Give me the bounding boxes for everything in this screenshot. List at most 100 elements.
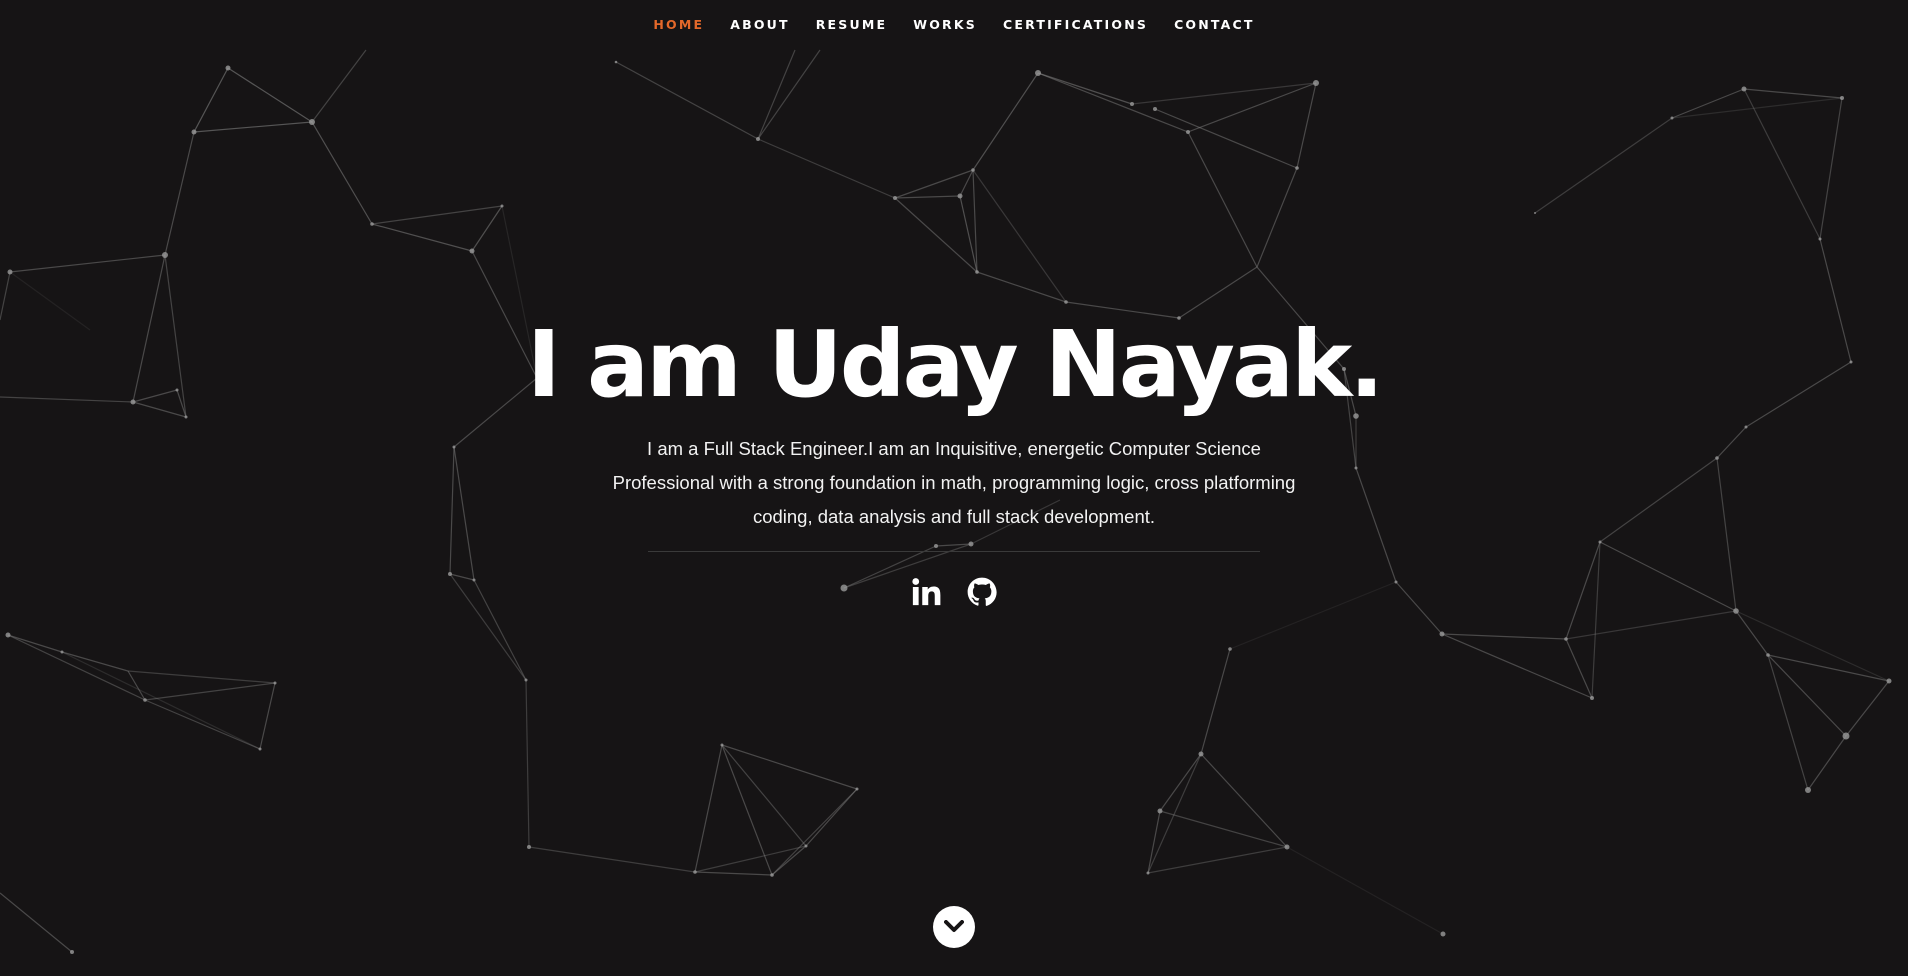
network-node [1741, 86, 1747, 92]
network-line [144, 699, 261, 750]
network-node [893, 196, 897, 200]
network-node [258, 747, 262, 751]
network-line [1037, 72, 1189, 133]
network-line [1355, 467, 1397, 583]
github-link[interactable] [967, 577, 997, 607]
network-line [471, 205, 503, 252]
network-node [1744, 425, 1748, 429]
network-line [1159, 810, 1288, 848]
network-line [528, 846, 696, 873]
network-node [524, 678, 528, 682]
network-line [1286, 846, 1444, 935]
hero-title: I am Uday Nayak. [526, 311, 1384, 418]
network-node [1590, 696, 1594, 700]
network-line [1296, 82, 1317, 169]
network-line [721, 744, 807, 847]
network-line [1599, 457, 1718, 543]
chevron-down-icon [944, 920, 964, 932]
network-line [894, 195, 961, 199]
network-line [453, 446, 475, 581]
network-node [1766, 653, 1770, 657]
network-line [1819, 97, 1843, 240]
nav-item-works[interactable]: WORKS [913, 17, 977, 32]
network-line [1743, 88, 1843, 99]
linkedin-link[interactable] [911, 577, 941, 607]
network-node [527, 845, 531, 849]
network-line [1735, 610, 1769, 656]
network-node [1564, 637, 1568, 641]
network-node [1840, 96, 1844, 100]
network-node [1198, 751, 1204, 757]
network-line [371, 223, 473, 252]
network-node [70, 950, 74, 954]
social-links [0, 577, 1908, 607]
network-line [771, 788, 858, 876]
network-node [1284, 844, 1290, 850]
network-line [227, 67, 313, 123]
network-line [972, 169, 1067, 303]
network-node [1598, 540, 1602, 544]
network-node [756, 137, 760, 141]
network-line [615, 61, 759, 140]
network-node [1805, 787, 1811, 793]
scroll-down-button[interactable] [933, 906, 975, 948]
network-node [1153, 107, 1157, 111]
network-node [1534, 212, 1536, 214]
network-line [371, 205, 503, 225]
network-line [1147, 810, 1161, 874]
network-node [804, 844, 808, 848]
network-line [1743, 88, 1821, 240]
network-line [694, 871, 773, 876]
network-node [1354, 466, 1358, 470]
network-node [957, 193, 963, 199]
network-node [1157, 808, 1163, 814]
network-node [855, 787, 859, 791]
network-node [1146, 871, 1150, 875]
network-line [7, 634, 146, 701]
network-line [1716, 426, 1747, 459]
network-node [1186, 130, 1190, 134]
network-line [193, 67, 229, 133]
network-node [225, 65, 231, 71]
nav-item-about[interactable]: ABOUT [730, 17, 790, 32]
network-line [757, 138, 896, 199]
network-line [694, 744, 723, 873]
network-node [720, 743, 724, 747]
network-node [162, 252, 168, 258]
network-line [0, 892, 73, 953]
network-node [614, 60, 618, 64]
network-line [7, 634, 63, 653]
nav-item-certifications[interactable]: CERTIFICATIONS [1003, 17, 1148, 32]
network-node [968, 541, 974, 547]
network-node [693, 870, 697, 874]
network-node [370, 222, 374, 226]
network-node [1130, 102, 1134, 106]
network-node [1035, 70, 1041, 76]
network-line [193, 121, 313, 133]
nav-item-home[interactable]: HOME [653, 17, 704, 32]
network-line [164, 131, 195, 256]
network-line [721, 744, 858, 790]
network-node [1818, 237, 1822, 241]
network-line [1767, 654, 1890, 682]
network-node [452, 445, 456, 449]
nav-item-contact[interactable]: CONTACT [1174, 17, 1255, 32]
nav-item-resume[interactable]: RESUME [816, 17, 888, 32]
network-node [1064, 300, 1068, 304]
network-node [1439, 631, 1445, 637]
network-line [1441, 633, 1593, 699]
network-line [1187, 131, 1258, 268]
network-line [1200, 648, 1231, 755]
network-node [500, 204, 504, 208]
network-node [273, 681, 277, 685]
main-nav: HOME ABOUT RESUME WORKS CERTIFICATIONS C… [0, 0, 1908, 48]
network-line [1565, 610, 1737, 640]
network-line [259, 682, 276, 750]
network-line [311, 49, 367, 123]
network-line [1591, 541, 1601, 699]
network-node [1313, 80, 1319, 86]
linkedin-icon [912, 578, 941, 606]
network-node [1886, 678, 1892, 684]
network-line [9, 254, 166, 273]
network-line [1807, 735, 1847, 791]
